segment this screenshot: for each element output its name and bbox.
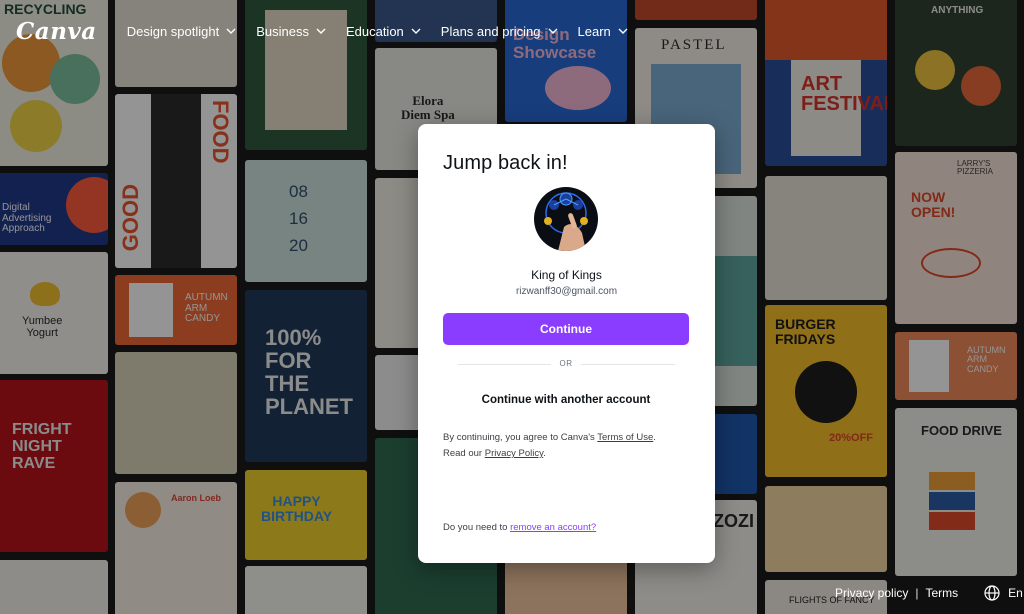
continue-with-another-account-button[interactable]: Continue with another account <box>443 387 689 413</box>
nav-label: Learn <box>577 23 611 39</box>
bg-tile-text: HAPPY BIRTHDAY <box>261 493 333 524</box>
terms-of-use-link[interactable]: Terms of Use <box>597 432 653 443</box>
footer: Privacy policy | Terms En <box>835 584 1023 602</box>
chevron-down-icon <box>226 28 236 34</box>
modal-title: Jump back in! <box>443 152 568 174</box>
nav-learn[interactable]: Learn <box>578 24 628 39</box>
bg-tile-leaves <box>115 352 237 474</box>
bg-tile-text: FOOD <box>208 100 234 164</box>
bg-tile-low5 <box>505 560 627 614</box>
legal-notice: By continuing, you agree to Canva's Term… <box>443 430 693 462</box>
remove-account-prompt: Do you need to remove an account? <box>443 522 596 533</box>
bg-tile-advertising: Digital Advertising Approach <box>0 173 108 245</box>
bg-tile-text: ART FESTIVAL <box>801 73 887 115</box>
globe-icon <box>984 585 1000 601</box>
language-label: En <box>1008 586 1023 600</box>
bg-tile-text: BURGER FRIDAYS <box>775 316 836 347</box>
bg-tile-text: 08 16 20 <box>289 182 308 256</box>
bg-tile-text: 20%OFF <box>829 432 874 444</box>
privacy-policy-link[interactable]: Privacy Policy <box>485 448 543 459</box>
bg-tile-autumn2: AUTUMN ARM CANDY <box>895 332 1017 400</box>
chevron-down-icon <box>548 28 558 34</box>
bg-tile-fright-night: FRIGHT NIGHT RAVE <box>0 380 108 552</box>
language-selector[interactable]: En <box>984 585 1023 601</box>
bg-tile-text: 100% FOR THE PLANET <box>265 325 353 420</box>
profile-name: King of Kings <box>531 268 602 282</box>
nav-label: Business <box>256 23 309 39</box>
bg-tile-text: Digital Advertising Approach <box>2 202 52 234</box>
bg-tile-text: FRIGHT NIGHT RAVE <box>12 421 72 472</box>
or-separator-label: OR <box>551 359 581 368</box>
bg-tile-text: LARRY'S PIZZERIA <box>957 159 994 177</box>
bg-tile-planet: 100% FOR THE PLANET <box>245 290 367 462</box>
bg-tile-food: FOOD GOOD <box>115 94 237 268</box>
legal-text: By continuing, you agree to Canva's <box>443 432 598 443</box>
footer-terms-link[interactable]: Terms <box>925 586 958 600</box>
bg-tile-text: Yumbee Yogurt <box>22 315 63 339</box>
footer-separator: | <box>915 586 919 600</box>
chevron-down-icon <box>618 28 628 34</box>
top-navigation: Canva Design spotlight Business Educatio… <box>0 0 1024 62</box>
footer-privacy-policy-link[interactable]: Privacy policy <box>835 586 908 600</box>
bg-tile-text: Elora Diem Spa <box>401 93 455 122</box>
bg-tile-text: AUTUMN ARM CANDY <box>185 292 228 324</box>
profile-email: rizwanff30@gmail.com <box>515 286 618 297</box>
continue-button[interactable]: Continue <box>443 313 689 345</box>
nav-plans-and-pricing[interactable]: Plans and pricing <box>441 24 558 39</box>
remove-account-text: Do you need to <box>443 522 511 533</box>
nav-label: Design spotlight <box>126 23 220 39</box>
bg-tile-text: Aaron Loeb <box>171 493 222 503</box>
nav-business[interactable]: Business <box>256 24 326 39</box>
bg-tile-pizza: LARRY'S PIZZERIA NOW OPEN! <box>895 152 1017 324</box>
chevron-down-icon <box>411 28 421 34</box>
bg-tile-burger: BURGER FRIDAYS 20%OFF <box>765 305 887 477</box>
remove-account-link[interactable]: remove an account? <box>510 522 596 533</box>
bg-tile-digital <box>0 560 108 614</box>
legal-text: . <box>543 448 546 459</box>
bg-tile-text: NOW OPEN! <box>911 189 956 220</box>
bg-tile-dates: 08 16 20 <box>245 160 367 282</box>
bg-tile-bottom3 <box>245 566 367 614</box>
bg-tile-fooddrive: FOOD DRIVE <box>895 408 1017 576</box>
legal-text: . <box>653 432 656 443</box>
profile-picture <box>534 187 598 251</box>
canva-logo[interactable]: Canva <box>16 18 97 45</box>
nav-education[interactable]: Education <box>346 24 421 39</box>
avatar[interactable] <box>534 187 598 251</box>
nav-label: Education <box>345 23 404 39</box>
bg-tile-autumn: AUTUMN ARM CANDY <box>115 275 237 345</box>
bg-tile-yumbee: Yumbee Yogurt <box>0 252 108 374</box>
bg-tile-birthday: HAPPY BIRTHDAY <box>245 470 367 560</box>
bg-tile-aaron: Aaron Loeb <box>115 482 237 614</box>
nav-label: Plans and pricing <box>440 23 541 39</box>
bg-tile-text: ZOZI <box>713 511 754 531</box>
bg-tile-text: GOOD <box>118 184 143 252</box>
legal-text: Read our <box>443 448 485 459</box>
bg-tile-text: AUTUMN ARM CANDY <box>967 345 1006 374</box>
bg-tile-text: FOOD DRIVE <box>921 423 1002 438</box>
bg-tile-coffee <box>765 486 887 572</box>
chevron-down-icon <box>316 28 326 34</box>
bg-tile-palm <box>765 176 887 300</box>
jump-back-in-modal: Jump back in! King of Kings rizwanff30@g… <box>418 124 715 563</box>
nav-design-spotlight[interactable]: Design spotlight <box>127 24 237 39</box>
